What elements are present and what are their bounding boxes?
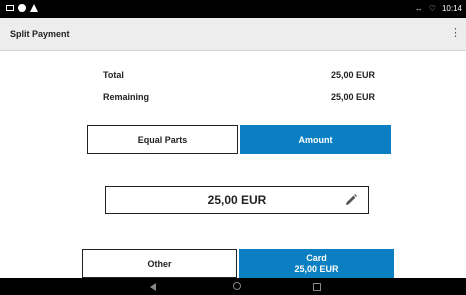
page-title: Split Payment <box>10 29 70 39</box>
remaining-row: Remaining 25,00 EUR <box>103 92 375 104</box>
status-time: 10:14 <box>441 4 462 13</box>
remaining-value: 25,00 EUR <box>330 92 375 102</box>
back-icon[interactable] <box>150 283 156 291</box>
total-row: Total 25,00 EUR <box>103 70 375 82</box>
card-payment-amount: 25,00 EUR <box>294 263 339 274</box>
card-payment-button[interactable]: Card 25,00 EUR <box>239 249 394 278</box>
equal-parts-button[interactable]: Equal Parts <box>87 125 238 154</box>
app-bar: Split Payment ⋮ <box>0 18 466 51</box>
remaining-label: Remaining <box>103 92 150 102</box>
total-label: Total <box>103 70 124 80</box>
amount-button[interactable]: Amount <box>240 125 391 154</box>
status-system: ↔ ♡ 10:14 <box>415 4 462 13</box>
status-bar: ↔ ♡ 10:14 <box>0 0 466 18</box>
amount-input-value[interactable]: 25,00 EUR <box>106 187 368 213</box>
overflow-menu-icon[interactable]: ⋮ <box>450 27 461 41</box>
card-payment-label: Card <box>306 252 327 263</box>
other-payment-label: Other <box>147 258 172 269</box>
amount-input[interactable]: 25,00 EUR <box>105 186 369 214</box>
pencil-icon[interactable] <box>344 193 358 207</box>
home-icon[interactable] <box>233 282 241 290</box>
wifi-icon: ♡ <box>428 4 436 13</box>
navigation-bar <box>0 278 466 295</box>
status-notifications <box>6 4 38 12</box>
total-value: 25,00 EUR <box>330 70 375 80</box>
warning-icon <box>30 4 38 12</box>
split-payment-screen: ↔ ♡ 10:14 Split Payment ⋮ Total 25,00 EU… <box>0 0 466 295</box>
network-icon: ↔ <box>414 4 423 13</box>
info-icon <box>18 4 26 12</box>
other-payment-button[interactable]: Other <box>82 249 237 278</box>
recent-apps-icon[interactable] <box>313 283 321 291</box>
notification-icon <box>6 5 14 11</box>
